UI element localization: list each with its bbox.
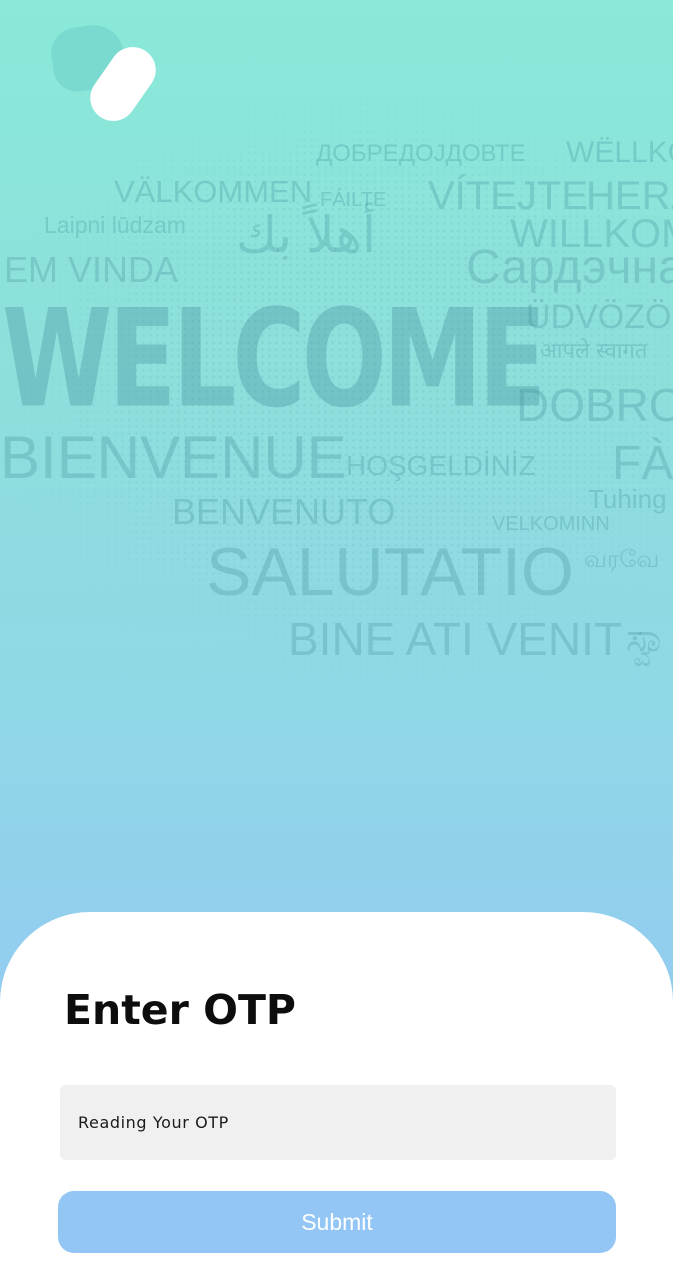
welcome-word: ÜDVÖZÖL bbox=[526, 298, 673, 336]
welcome-word: आपले स्वागत bbox=[540, 338, 648, 363]
welcome-word: ДОБРЕДОЈДОВТЕ bbox=[316, 140, 526, 167]
page-title: Enter OTP bbox=[64, 986, 296, 1034]
otp-input[interactable]: Reading Your OTP bbox=[60, 1085, 616, 1160]
welcome-word: VELKOMINN bbox=[492, 513, 610, 535]
welcome-word: BIENVENUE bbox=[0, 424, 347, 491]
welcome-word: Tuhing bbox=[588, 484, 667, 514]
welcome-word: WËLLKO bbox=[566, 136, 673, 169]
submit-button[interactable]: Submit bbox=[58, 1191, 616, 1253]
app-logo-icon bbox=[47, 21, 165, 130]
welcome-word-large: WELCOME bbox=[2, 279, 547, 438]
welcome-word: VÍTEJTE bbox=[428, 174, 589, 218]
welcome-word: أهلاً بك bbox=[236, 207, 377, 263]
welcome-word: DOBRO bbox=[516, 379, 673, 431]
welcome-word: SALUTATIO bbox=[206, 534, 574, 610]
welcome-word: HERZ bbox=[586, 174, 673, 218]
welcome-word: Laipni lūdzam bbox=[44, 212, 186, 238]
welcome-word: FÀI bbox=[612, 437, 673, 490]
otp-input-value: Reading Your OTP bbox=[78, 1113, 229, 1132]
welcome-word: வரவே bbox=[584, 546, 660, 573]
welcome-word: BINE ATI VENIT bbox=[288, 613, 622, 665]
welcome-word: ಸ್ವಾ bbox=[626, 616, 669, 660]
welcome-word: VÄLKOMMEN bbox=[114, 174, 313, 209]
welcome-word: BENVENUTO bbox=[172, 491, 396, 532]
welcome-word: HOŞGELDİNİZ bbox=[346, 450, 536, 481]
